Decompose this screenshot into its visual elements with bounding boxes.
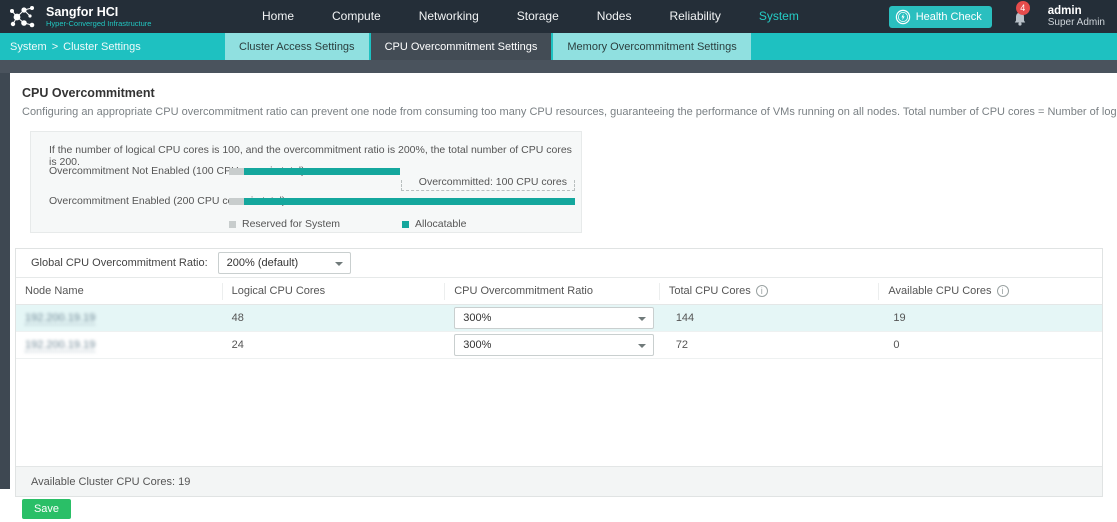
breadcrumb: System > Cluster Settings [0, 33, 225, 60]
total-cores-cell: 72 [660, 339, 880, 351]
legend-reserved-swatch [229, 221, 236, 228]
global-ratio-value: 200% (default) [227, 257, 299, 269]
brand-title: Sangfor HCI [46, 6, 151, 19]
brand-subtitle: Hyper-Converged Infrastructure [46, 19, 151, 28]
overcommitted-bracket [401, 180, 575, 191]
navbar-right: Health Check 4 admin Super Admin [889, 4, 1105, 30]
col-available-cpu-cores: Available CPU Coresi [879, 283, 1102, 300]
table-header: Node Name Logical CPU Cores CPU Overcomm… [16, 278, 1102, 305]
info-icon[interactable]: i [997, 285, 1009, 297]
notification-badge: 4 [1016, 1, 1030, 15]
secondary-bar: System > Cluster Settings Cluster Access… [0, 33, 1117, 60]
legend-allocatable-swatch [402, 221, 409, 228]
user-role: Super Admin [1048, 17, 1105, 29]
chevron-down-icon [638, 344, 646, 348]
main-nav: Home Compute Networking Storage Nodes Re… [243, 0, 818, 33]
health-check-label: Health Check [916, 11, 982, 23]
bar-not-enabled [229, 168, 575, 175]
bar-segment-reserved [229, 168, 244, 175]
nav-item-storage[interactable]: Storage [498, 0, 578, 33]
cluster-cores-summary: Available Cluster CPU Cores: 19 [16, 466, 1102, 496]
sangfor-logo-icon [8, 3, 38, 31]
user-name: admin [1048, 5, 1105, 17]
nav-item-networking[interactable]: Networking [400, 0, 498, 33]
node-name-link[interactable]: 192.200.19.19 [25, 312, 95, 325]
chevron-down-icon [638, 317, 646, 321]
nav-item-compute[interactable]: Compute [313, 0, 400, 33]
tab-cluster-access-settings[interactable]: Cluster Access Settings [225, 33, 369, 60]
nav-item-reliability[interactable]: Reliability [650, 0, 739, 33]
health-check-button[interactable]: Health Check [889, 6, 992, 28]
nav-item-system[interactable]: System [740, 0, 818, 33]
bar-segment-allocatable [244, 198, 575, 205]
breadcrumb-separator: > [52, 41, 58, 53]
col-total-cpu-cores: Total CPU Coresi [660, 283, 880, 300]
row-ratio-value: 300% [463, 312, 491, 324]
brand[interactable]: Sangfor HCI Hyper-Converged Infrastructu… [8, 3, 223, 31]
notifications-bell[interactable]: 4 [1008, 4, 1034, 30]
col-cpu-overcommitment-ratio: CPU Overcommitment Ratio [445, 283, 660, 300]
chevron-down-icon [335, 262, 343, 266]
global-ratio-row: Global CPU Overcommitment Ratio: 200% (d… [16, 249, 1102, 278]
legend-allocatable-label: Allocatable [415, 218, 466, 230]
nav-item-home[interactable]: Home [243, 0, 313, 33]
available-cores-cell: 0 [879, 339, 1102, 351]
main-content: CPU Overcommitment Configuring an approp… [10, 73, 1117, 522]
global-ratio-select[interactable]: 200% (default) [218, 252, 351, 274]
overcommitment-diagram: If the number of logical CPU cores is 10… [30, 131, 582, 233]
total-cores-cell: 144 [660, 312, 880, 324]
tab-cpu-overcommitment-settings[interactable]: CPU Overcommitment Settings [371, 33, 552, 60]
page-title: CPU Overcommitment [22, 86, 155, 100]
col-logical-cpu-cores: Logical CPU Cores [223, 283, 446, 300]
legend-reserved-label: Reserved for System [242, 218, 340, 230]
health-check-icon [895, 9, 911, 25]
global-ratio-label: Global CPU Overcommitment Ratio: [31, 257, 208, 269]
breadcrumb-cluster-settings[interactable]: Cluster Settings [63, 41, 141, 53]
page-description: Configuring an appropriate CPU overcommi… [22, 106, 1117, 118]
available-cores-cell: 19 [879, 312, 1102, 324]
row-ratio-select[interactable]: 300% [454, 334, 654, 356]
bar-segment-allocatable [244, 168, 400, 175]
settings-tabs: Cluster Access Settings CPU Overcommitme… [225, 33, 753, 60]
bar-segment-reserved [229, 198, 244, 205]
collapsed-sidebar-strip[interactable] [0, 73, 10, 489]
bar-enabled [229, 198, 575, 205]
row-ratio-select[interactable]: 300% [454, 307, 654, 329]
table-row[interactable]: 192.200.19.19 48 300% 144 19 [16, 305, 1102, 332]
dark-divider-band [0, 60, 1117, 73]
breadcrumb-system[interactable]: System [10, 41, 47, 53]
nodes-panel: Global CPU Overcommitment Ratio: 200% (d… [15, 248, 1103, 497]
user-menu[interactable]: admin Super Admin [1048, 5, 1105, 29]
info-icon[interactable]: i [756, 285, 768, 297]
nav-item-nodes[interactable]: Nodes [578, 0, 651, 33]
save-button[interactable]: Save [22, 499, 71, 519]
tab-memory-overcommitment-settings[interactable]: Memory Overcommitment Settings [553, 33, 750, 60]
row-ratio-value: 300% [463, 339, 491, 351]
col-node-name: Node Name [16, 283, 223, 300]
logical-cores-cell: 48 [223, 312, 446, 324]
diagram-legend: Reserved for System Allocatable [229, 218, 528, 230]
top-navbar: Sangfor HCI Hyper-Converged Infrastructu… [0, 0, 1117, 33]
logical-cores-cell: 24 [223, 339, 446, 351]
table-row[interactable]: 192.200.19.19 24 300% 72 0 [16, 332, 1102, 359]
node-name-link[interactable]: 192.200.19.19 [25, 339, 95, 352]
